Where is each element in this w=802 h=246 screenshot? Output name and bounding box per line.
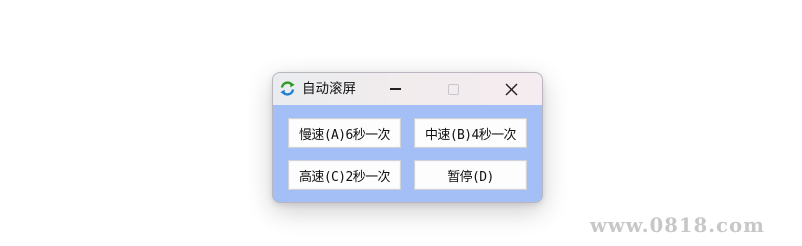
maximize-button: [430, 73, 476, 105]
auto-scroll-window: 自动滚屏 慢速(A)6秒一次 中速(B)4秒一次 高速(C)2秒一次 暂停(D): [272, 72, 543, 203]
minimize-icon: [389, 88, 401, 90]
refresh-arrows-icon: [280, 81, 295, 96]
slow-speed-button[interactable]: 慢速(A)6秒一次: [288, 118, 401, 148]
close-button[interactable]: [488, 73, 534, 105]
watermark: www.0818.com: [590, 214, 765, 237]
close-icon: [505, 83, 517, 95]
window-title: 自动滚屏: [302, 81, 356, 97]
minimize-button[interactable]: [372, 73, 418, 105]
fast-speed-button[interactable]: 高速(C)2秒一次: [288, 160, 401, 190]
title-bar[interactable]: 自动滚屏: [273, 73, 542, 105]
client-area: 慢速(A)6秒一次 中速(B)4秒一次 高速(C)2秒一次 暂停(D): [273, 105, 542, 202]
maximize-icon: [447, 83, 459, 95]
pause-button[interactable]: 暂停(D): [414, 160, 527, 190]
medium-speed-button[interactable]: 中速(B)4秒一次: [414, 118, 527, 148]
